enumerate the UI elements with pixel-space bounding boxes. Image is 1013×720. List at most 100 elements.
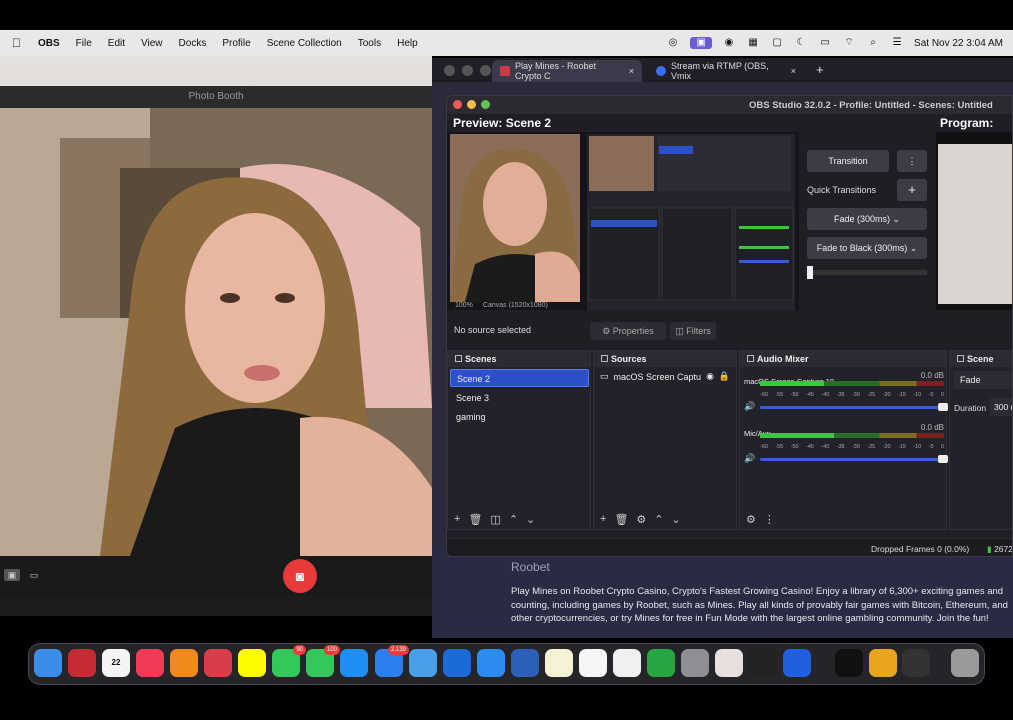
fade-to-black-button[interactable]: Fade to Black (300ms) ⌄ [807, 237, 927, 259]
dock-app-calendar-icon[interactable]: 22 [102, 649, 130, 677]
lock-icon[interactable]: 🔒 [719, 371, 730, 382]
preview-canvas[interactable]: 100% Canvas (1520x1080) [447, 132, 799, 310]
move-up-icon[interactable]: ⌃ [509, 513, 518, 526]
add-quick-transition-icon[interactable]: + [897, 179, 927, 201]
dock-app-settings-icon[interactable] [681, 649, 709, 677]
properties-button[interactable]: ⚙ Properties [590, 322, 666, 340]
obs-traffic-lights[interactable] [453, 100, 490, 109]
dock-app-prime-video-icon[interactable] [443, 649, 471, 677]
video-mode-icon[interactable]: ▭ [26, 569, 42, 581]
slider-knob[interactable] [938, 403, 948, 411]
menu-tools[interactable]: Tools [358, 38, 381, 49]
filter-icon[interactable]: ◫ [490, 513, 500, 526]
menu-scene-collection[interactable]: Scene Collection [267, 38, 342, 49]
volume-slider[interactable] [760, 403, 948, 411]
speaker-icon[interactable]: 🔊 [744, 401, 755, 412]
move-down-icon[interactable]: ⌄ [526, 513, 535, 526]
preview-camera-source[interactable] [450, 134, 580, 302]
dock-app-books-icon[interactable] [170, 649, 198, 677]
speaker-icon[interactable]: 🔊 [744, 453, 755, 464]
dock-app-mail-icon[interactable]: 2,139 [375, 645, 409, 677]
dock-app-chrome-icon[interactable] [613, 649, 641, 677]
move-down-icon[interactable]: ⌄ [672, 513, 681, 526]
menu-edit[interactable]: Edit [108, 38, 125, 49]
zoom-level[interactable]: 100% [455, 302, 473, 309]
transition-select[interactable]: Fade [954, 371, 1012, 389]
fade-button[interactable]: Fade (300ms) ⌄ [807, 208, 927, 230]
add-source-icon[interactable]: + [600, 513, 606, 525]
screen-share-icon[interactable]: ▣ [690, 37, 713, 49]
transition-menu-icon[interactable]: ⋮ [897, 150, 927, 172]
zoom-window-icon[interactable] [481, 100, 490, 109]
battery-icon[interactable]: ▭ [818, 37, 832, 49]
duration-input[interactable]: 300 r [990, 398, 1012, 416]
menu-help[interactable]: Help [397, 38, 418, 49]
minimize-window-icon[interactable] [467, 100, 476, 109]
menu-view[interactable]: View [141, 38, 163, 49]
dock-app-safari-icon[interactable] [477, 649, 505, 677]
dock-app-cards-icon[interactable] [902, 649, 930, 677]
scene-item[interactable]: Scene 3 [450, 389, 589, 407]
menu-file[interactable]: File [76, 38, 92, 49]
gear-icon[interactable]: ⚙ [746, 513, 756, 526]
dock-app-red-icon[interactable] [68, 649, 96, 677]
move-up-icon[interactable]: ⌃ [654, 513, 663, 526]
dock-app-trash-icon[interactable] [951, 649, 979, 677]
tab-close-icon[interactable]: × [629, 66, 634, 76]
dock-app-weather-icon[interactable] [409, 649, 437, 677]
tab-rtmp[interactable]: Stream via RTMP (OBS, Vmix × [648, 60, 804, 82]
dock-app-mango2-icon[interactable] [869, 649, 897, 677]
dock-app-numbers-icon[interactable] [647, 649, 675, 677]
dock-app-word-icon[interactable] [511, 649, 539, 677]
dock-app-notes-pink-icon[interactable] [715, 649, 743, 677]
menu-profile[interactable]: Profile [222, 38, 250, 49]
meter-tick: -25 [867, 392, 876, 398]
control-center-icon[interactable]: ☰ [890, 37, 904, 49]
menu-app-name[interactable]: OBS [38, 38, 60, 49]
creative-cloud-icon[interactable]: ◎ [666, 37, 680, 49]
wifi-icon[interactable]: ⌔ [842, 37, 856, 49]
moon-icon[interactable]: ☾ [794, 37, 808, 49]
gear-icon[interactable]: ⚙ [636, 513, 646, 526]
menubar-datetime[interactable]: Sat Nov 22 3:04 AM [914, 38, 1003, 49]
close-window-icon[interactable] [453, 100, 462, 109]
dock-app-snapchat-icon[interactable] [238, 649, 266, 677]
eye-icon[interactable]: ◉ [706, 371, 714, 382]
transition-button[interactable]: Transition [807, 150, 889, 172]
more-options-icon[interactable]: ⋮ [764, 513, 775, 526]
dock-app-app-store-icon[interactable] [340, 649, 368, 677]
dock-app-music-icon[interactable] [136, 649, 164, 677]
dock-app-obs-icon[interactable] [749, 649, 777, 677]
new-tab-icon[interactable]: + [816, 62, 824, 77]
filters-button[interactable]: ◫ Filters [670, 322, 716, 340]
dock-app-mango-icon[interactable] [835, 649, 863, 677]
window-status-icon[interactable]: ▢ [770, 37, 784, 49]
source-item[interactable]: ▭ macOS Screen Captu ◉ 🔒 [600, 371, 732, 382]
search-icon[interactable]: ⌕ [866, 37, 880, 49]
add-scene-icon[interactable]: + [454, 513, 460, 525]
apple-icon[interactable]:  [12, 36, 26, 50]
scene-item[interactable]: gaming [450, 408, 589, 426]
tab-close-icon[interactable]: × [791, 66, 796, 76]
t-bar-handle[interactable] [807, 266, 813, 279]
dock-app-photo-booth-icon[interactable] [204, 649, 232, 677]
remove-scene-icon[interactable]: 🗑 [468, 513, 482, 526]
obs-status-icon[interactable]: ◉ [722, 37, 736, 49]
photo-mode-icon[interactable]: ▣ [4, 569, 20, 581]
scene-item[interactable]: Scene 2 [450, 369, 589, 387]
tab-roobet[interactable]: Play Mines - Roobet Crypto C × [492, 60, 642, 82]
browser-traffic-lights[interactable] [444, 65, 491, 76]
dock-app-photos-icon[interactable] [579, 649, 607, 677]
t-bar-track[interactable] [807, 266, 927, 279]
grid-status-icon[interactable]: ▦ [746, 37, 760, 49]
camera-shutter-button[interactable]: ◙ [283, 559, 317, 593]
dock-app-facetime-icon[interactable]: 90 [272, 645, 306, 677]
dock-app-finder-icon[interactable] [34, 649, 62, 677]
slider-knob[interactable] [938, 455, 948, 463]
remove-source-icon[interactable]: 🗑 [614, 513, 628, 526]
dock-app-messages-icon[interactable]: 100 [306, 645, 340, 677]
dock-app-notes-icon[interactable] [545, 649, 573, 677]
volume-slider[interactable] [760, 455, 948, 463]
dock-app-roblox-icon[interactable] [783, 649, 811, 677]
menu-docks[interactable]: Docks [179, 38, 207, 49]
